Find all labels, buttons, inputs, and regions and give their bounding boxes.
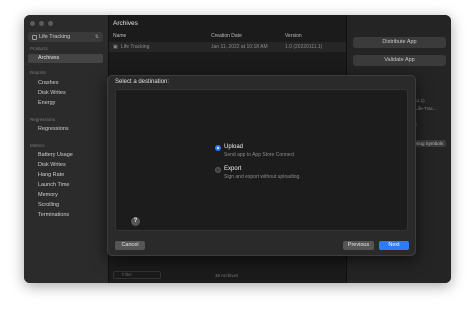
next-button[interactable]: Next [379, 241, 409, 250]
column-header-creation-date[interactable]: Creation Date [211, 33, 242, 39]
cancel-button[interactable]: Cancel [115, 241, 145, 250]
row-version: 1.0 (20220111.1) [285, 44, 323, 50]
page-title: Archives [113, 20, 138, 27]
upload-description: Send app to App Store Connect [224, 152, 295, 158]
distribution-sheet: Select a destination: Upload Send app to… [107, 75, 416, 256]
scheme-label: Life Tracking [39, 34, 71, 40]
section-header-products: Products [30, 46, 48, 51]
upload-radio[interactable] [215, 145, 221, 151]
sidebar-item-regressions[interactable]: Regressions [38, 126, 69, 132]
help-button[interactable]: ? [131, 217, 140, 226]
sheet-title: Select a destination: [115, 79, 170, 85]
row-name: Life Tracking [121, 44, 150, 50]
sidebar-item-archives[interactable]: Archives [28, 54, 103, 63]
sidebar-item-terminations[interactable]: Terminations [38, 212, 69, 218]
destination-panel: Upload Send app to App Store Connect Exp… [115, 89, 408, 231]
sidebar-item-hang-rate[interactable]: Hang Rate [38, 172, 64, 178]
organizer-window: Life Tracking ⇅ Products Archives Report… [24, 15, 451, 283]
sidebar: Life Tracking ⇅ Products Archives Report… [24, 15, 108, 283]
zoom-window-button[interactable] [48, 21, 53, 26]
filter-placeholder: Filter [122, 272, 132, 277]
validate-app-button[interactable]: Validate App [353, 55, 446, 66]
minimize-window-button[interactable] [39, 21, 44, 26]
distribute-app-button[interactable]: Distribute App [353, 37, 446, 48]
upload-label[interactable]: Upload [224, 144, 243, 150]
table-row[interactable]: ▣ Life Tracking Jan 11, 2022 at 10:18 AM… [109, 42, 347, 52]
sidebar-item-memory[interactable]: Memory [38, 192, 58, 198]
close-window-button[interactable] [30, 21, 35, 26]
previous-button[interactable]: Previous [343, 241, 374, 250]
archive-icon: ▣ [113, 44, 118, 50]
scheme-selector[interactable]: Life Tracking ⇅ [28, 32, 103, 42]
sidebar-item-scrolling[interactable]: Scrolling [38, 202, 59, 208]
sidebar-item-battery-usage[interactable]: Battery Usage [38, 152, 73, 158]
archive-count: 38 Archives [215, 273, 239, 278]
sidebar-item-disk-writes[interactable]: Disk Writes [38, 90, 66, 96]
section-header-regressions: Regressions [30, 117, 56, 122]
section-header-metrics: Metrics [30, 143, 45, 148]
filter-input[interactable]: Filter [113, 271, 161, 279]
row-date: Jan 11, 2022 at 10:18 AM [211, 44, 268, 50]
window-controls [30, 21, 53, 26]
export-description: Sign and export without uploading. [224, 174, 301, 180]
section-header-reports: Reports [30, 70, 46, 75]
column-header-version[interactable]: Version [285, 33, 302, 39]
app-icon [32, 34, 37, 40]
sidebar-item-launch-time[interactable]: Launch Time [38, 182, 70, 188]
sidebar-item-crashes[interactable]: Crashes [38, 80, 58, 86]
column-header-name[interactable]: Name [113, 33, 126, 39]
export-label[interactable]: Export [224, 166, 241, 172]
export-radio[interactable] [215, 167, 221, 173]
sidebar-item-disk-writes-metric[interactable]: Disk Writes [38, 162, 66, 168]
sidebar-item-energy[interactable]: Energy [38, 100, 55, 106]
chevron-updown-icon: ⇅ [94, 34, 99, 40]
